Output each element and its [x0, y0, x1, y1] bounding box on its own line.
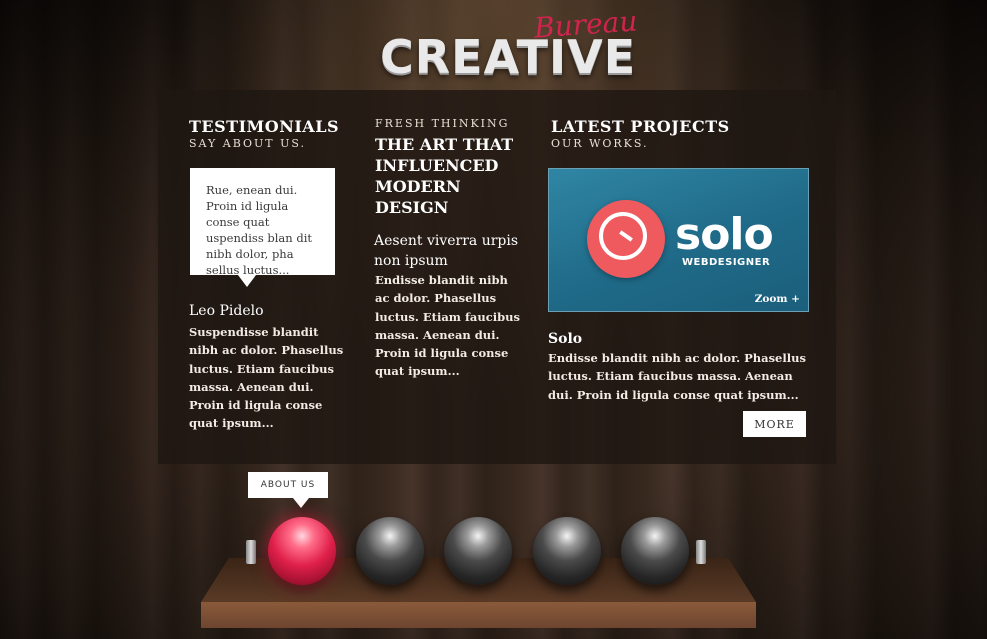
fresh-lead: Aesent viverra urpis non ipsum [374, 233, 519, 269]
nav-tooltip-about-us: ABOUT US [248, 472, 328, 508]
testimonials-subtitle: SAY ABOUT US. [189, 137, 307, 150]
nav-ball-3[interactable] [444, 517, 512, 585]
latest-projects-header: LATEST PROJECTS OUR WORKS. [551, 116, 811, 150]
more-button[interactable]: MORE [743, 411, 806, 437]
testimonials-header: TESTIMONIALS SAY ABOUT US. [189, 116, 349, 150]
fresh-title: THE ART THAT INFLUENCED MODERN DESIGN [375, 135, 514, 217]
latest-subtitle: OUR WORKS. [551, 137, 649, 150]
project-text: Endisse blandit nibh ac dolor. Phasellus… [548, 351, 806, 402]
project-image-sub: WEBDESIGNER [682, 257, 771, 268]
project-name: Solo [548, 331, 583, 347]
testimonials-title: TESTIMONIALS [189, 117, 340, 136]
fresh-kicker: FRESH THINKING [375, 117, 510, 130]
fresh-text: Endisse blandit nibh ac dolor. Phasellus… [375, 273, 520, 379]
solo-logo-icon [587, 200, 665, 278]
zoom-link[interactable]: Zoom + [755, 293, 800, 305]
testimonial-quote-bubble: Rue, enean dui. Proin id ligula conse qu… [190, 168, 335, 287]
nav-ball-2[interactable] [356, 517, 424, 585]
testimonial-author: Leo Pidelo [189, 303, 264, 319]
shelf-bracket-right-icon [696, 540, 706, 564]
project-thumbnail[interactable]: solo WEBDESIGNER Zoom + [548, 168, 809, 312]
project-image-word: solo [675, 209, 774, 260]
nav-ball-4[interactable] [533, 517, 601, 585]
fresh-thinking-header: FRESH THINKING THE ART THAT INFLUENCED M… [375, 117, 535, 218]
nav-ball-5[interactable] [621, 517, 689, 585]
testimonial-text: Suspendisse blandit nibh ac dolor. Phase… [189, 325, 344, 431]
site-logo[interactable]: CREATIVE Bureau [380, 4, 638, 84]
nav-ball-1[interactable] [268, 517, 336, 585]
shelf-bracket-left-icon [246, 540, 256, 564]
latest-title: LATEST PROJECTS [551, 117, 730, 136]
